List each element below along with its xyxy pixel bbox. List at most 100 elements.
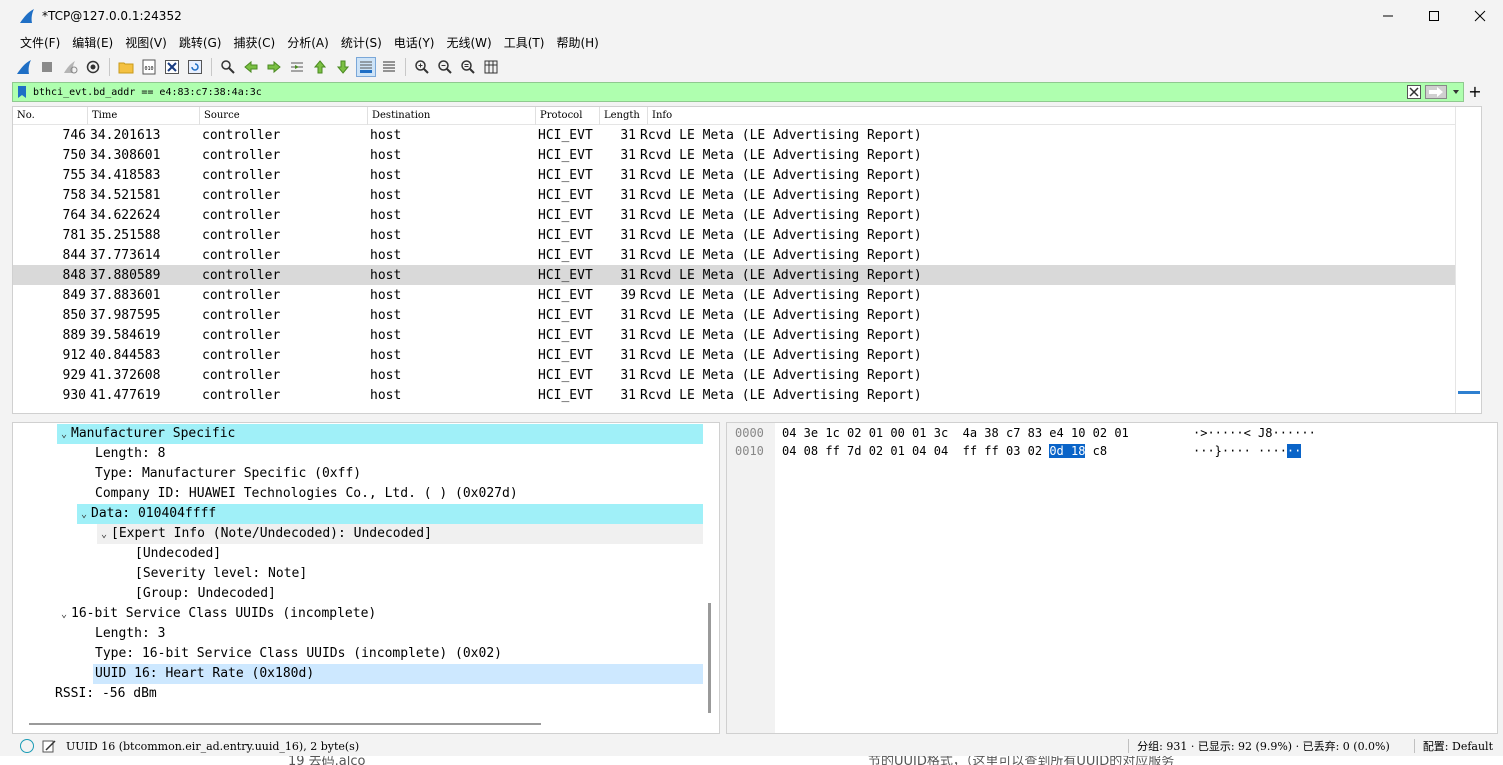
tree-uuid16-list[interactable]: ⌄ 16-bit Service Class UUIDs (incomplete) (57, 604, 376, 624)
expanded-arrow-icon[interactable]: ⌄ (57, 605, 71, 625)
menu-analyze[interactable]: 分析(A) (281, 32, 335, 54)
filter-bookmark-button[interactable] (13, 83, 31, 101)
menu-capture[interactable]: 捕获(C) (227, 32, 281, 54)
packet-length: 31 (620, 367, 636, 383)
packet-source: controller (202, 327, 281, 343)
packet-row[interactable]: 849 37.883601 controller host HCI_EVT 39 Rcvd … (13, 285, 1481, 305)
tree-label: Data: 010404ffff (91, 506, 217, 521)
menu-help[interactable]: 帮助(H) (550, 32, 604, 54)
packet-row[interactable]: 929 41.372608 controller host HCI_EVT 31 Rcvd … (13, 365, 1481, 385)
column-header-protocol[interactable]: Protocol (536, 107, 600, 125)
tree-expert-info[interactable]: ⌄ [Expert Info (Note/Undecoded): Undecode… (97, 524, 703, 544)
column-header-source[interactable]: Source (200, 107, 368, 125)
menu-statistics[interactable]: 统计(S) (335, 32, 388, 54)
packet-row[interactable]: 764 34.622624 controller host HCI_EVT 31 Rcvd … (13, 205, 1481, 225)
tree-rssi[interactable]: RSSI: -56 dBm (55, 684, 157, 704)
tree-uuid-type[interactable]: Type: 16-bit Service Class UUIDs (incomp… (95, 644, 502, 664)
menu-edit[interactable]: 编辑(E) (66, 32, 119, 54)
close-file-button[interactable] (162, 57, 182, 77)
start-capture-button[interactable] (14, 57, 34, 77)
column-header-time[interactable]: Time (88, 107, 200, 125)
capture-comment-icon[interactable] (42, 739, 56, 753)
display-filter-input[interactable] (31, 83, 1405, 101)
close-button[interactable] (1457, 0, 1503, 32)
filter-history-dropdown[interactable] (1449, 83, 1463, 101)
packet-row[interactable]: 844 37.773614 controller host HCI_EVT 31 Rcvd … (13, 245, 1481, 265)
packet-row[interactable]: 848 37.880589 controller host HCI_EVT 31 Rcvd … (13, 265, 1481, 285)
tree-uuid-length[interactable]: Length: 3 (95, 624, 165, 644)
packet-row[interactable]: 930 41.477619 controller host HCI_EVT 31 Rcvd … (13, 385, 1481, 405)
byte-ascii-selection[interactable]: ·· (1286, 444, 1302, 458)
arrow-right-icon (1425, 85, 1447, 99)
byte-selection[interactable]: 0d 18 (1049, 444, 1086, 458)
expert-info-status-icon[interactable] (20, 739, 34, 753)
stop-capture-button[interactable] (37, 57, 57, 77)
byte-ascii-line[interactable]: ·>·····< J8······ (1193, 424, 1316, 442)
tree-manufacturer-specific[interactable]: ⌄ Manufacturer Specific (57, 424, 703, 444)
menu-telephony[interactable]: 电话(Y) (388, 32, 441, 54)
add-filter-button-icon[interactable]: + (1467, 82, 1483, 102)
packet-row[interactable]: 746 34.201613 controller host HCI_EVT 31 Rcvd … (13, 125, 1481, 145)
go-forward-button[interactable] (264, 57, 284, 77)
details-scrollbar[interactable] (708, 603, 711, 713)
byte-hex-line[interactable]: 04 3e 1c 02 01 00 01 3c 4a 38 c7 83 e4 1… (782, 424, 1129, 442)
expanded-arrow-icon[interactable]: ⌄ (57, 425, 71, 445)
column-header-no[interactable]: No. (13, 107, 88, 125)
packet-row[interactable]: 889 39.584619 controller host HCI_EVT 31 Rcvd … (13, 325, 1481, 345)
tree-ms-type[interactable]: Type: Manufacturer Specific (0xff) (95, 464, 361, 484)
tree-undecoded[interactable]: [Undecoded] (135, 544, 221, 564)
menu-tools[interactable]: 工具(T) (498, 32, 551, 54)
tree-severity[interactable]: [Severity level: Note] (135, 564, 307, 584)
restart-capture-button[interactable] (60, 57, 80, 77)
find-packet-button[interactable] (218, 57, 238, 77)
tree-group[interactable]: [Group: Undecoded] (135, 584, 276, 604)
first-packet-button[interactable] (310, 57, 330, 77)
capture-options-button[interactable] (83, 57, 103, 77)
menu-wireless[interactable]: 无线(W) (441, 32, 498, 54)
menu-file[interactable]: 文件(F) (14, 32, 66, 54)
maximize-button[interactable] (1411, 0, 1457, 32)
save-file-button[interactable]: 010 (139, 57, 159, 77)
packet-row[interactable]: 758 34.521581 controller host HCI_EVT 31 Rcvd … (13, 185, 1481, 205)
details-hscrollbar[interactable] (29, 723, 541, 725)
tree-uuid16-heart-rate[interactable]: UUID 16: Heart Rate (0x180d) (93, 664, 703, 684)
packet-no: 844 (62, 247, 86, 263)
background-text-left: 19 去码.alco (288, 756, 366, 765)
packet-row[interactable]: 755 34.418583 controller host HCI_EVT 31 Rcvd … (13, 165, 1481, 185)
last-packet-button[interactable] (333, 57, 353, 77)
tree-ms-data[interactable]: ⌄ Data: 010404ffff (77, 504, 703, 524)
packet-list-scrollbar[interactable] (1455, 107, 1481, 413)
colorize-button[interactable] (379, 57, 399, 77)
byte-ascii-line[interactable]: ···}···· ······ (1193, 442, 1302, 460)
normal-size-button[interactable] (458, 57, 478, 77)
tree-ms-company[interactable]: Company ID: HUAWEI Technologies Co., Ltd… (95, 484, 518, 504)
status-profile[interactable]: 配置: Default (1423, 738, 1493, 754)
main-toolbar: 010 (0, 55, 1503, 79)
zoom-in-button[interactable] (412, 57, 432, 77)
packet-row[interactable]: 850 37.987595 controller host HCI_EVT 31 Rcvd … (13, 305, 1481, 325)
menu-view[interactable]: 视图(V) (119, 32, 173, 54)
reload-file-button[interactable] (185, 57, 205, 77)
scrollbar-thumb[interactable] (1458, 391, 1480, 394)
packet-row[interactable]: 750 34.308601 controller host HCI_EVT 31 Rcvd … (13, 145, 1481, 165)
clear-filter-button[interactable] (1405, 83, 1423, 101)
go-to-packet-button[interactable] (287, 57, 307, 77)
tree-ms-length[interactable]: Length: 8 (95, 444, 165, 464)
packet-length: 31 (620, 327, 636, 343)
go-back-button[interactable] (241, 57, 261, 77)
packet-row[interactable]: 912 40.844583 controller host HCI_EVT 31 Rcvd … (13, 345, 1481, 365)
column-header-length[interactable]: Length (600, 107, 648, 125)
expanded-arrow-icon[interactable]: ⌄ (97, 525, 111, 545)
column-header-destination[interactable]: Destination (368, 107, 536, 125)
byte-hex-line[interactable]: 04 08 ff 7d 02 01 04 04 ff ff 03 02 0d 1… (782, 442, 1107, 460)
column-header-info[interactable]: Info (648, 107, 1448, 125)
open-file-button[interactable] (116, 57, 136, 77)
apply-filter-button[interactable] (1423, 83, 1449, 101)
packet-row[interactable]: 781 35.251588 controller host HCI_EVT 31 Rcvd … (13, 225, 1481, 245)
zoom-out-button[interactable] (435, 57, 455, 77)
auto-scroll-button[interactable] (356, 57, 376, 77)
expanded-arrow-icon[interactable]: ⌄ (77, 505, 91, 525)
menu-go[interactable]: 跳转(G) (173, 32, 228, 54)
minimize-button[interactable] (1365, 0, 1411, 32)
resize-columns-button[interactable] (481, 57, 501, 77)
